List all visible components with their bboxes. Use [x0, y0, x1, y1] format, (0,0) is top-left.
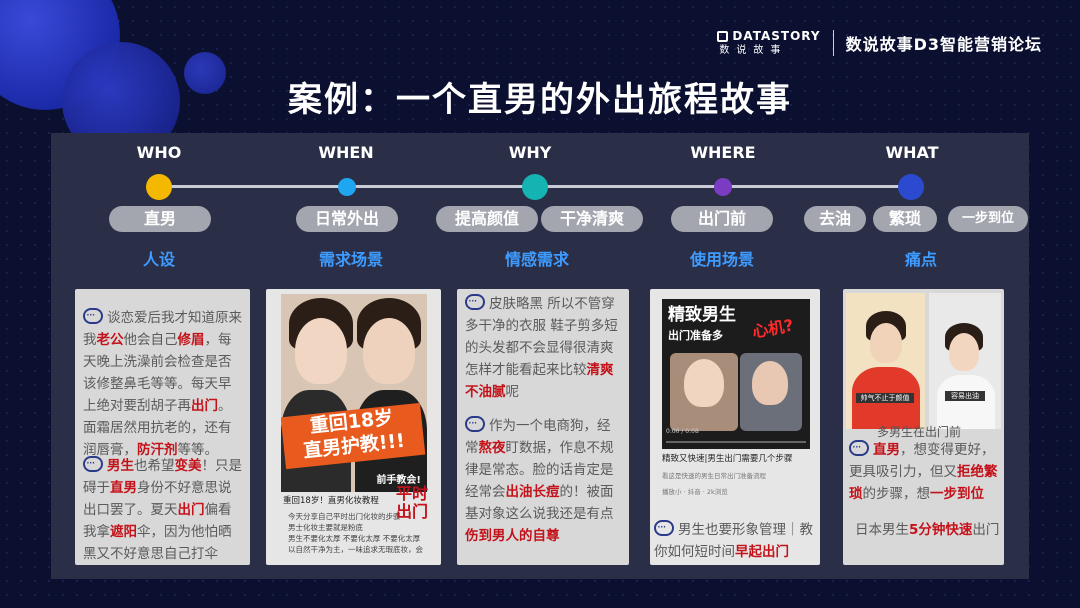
label-demand-scene: 需求场景	[318, 250, 383, 269]
video-time: 0:00 / 0:08	[666, 428, 699, 435]
tag-pill: 一步到位	[948, 206, 1028, 232]
caption-sub: 看这是快速的男生日常出门准备流程	[662, 472, 766, 480]
tag-pill: 干净清爽	[541, 206, 643, 232]
card-who: 谈恋爱后我才知道原来我老公他会自己修眉，每天晚上洗澡前会检查是否该修整鼻毛等等。…	[75, 289, 250, 565]
chat-bubble-icon	[465, 290, 485, 312]
quote-text: 作为一个电商狗，经常熬夜盯数据，作息不规律是常态。脸的话肯定是经常会出油长痘的！…	[465, 412, 623, 547]
datastory-logo: DATASTORY 数说故事	[717, 30, 820, 56]
tag-pill: 日常外出	[296, 206, 398, 232]
makeup-tutorial-photo: 重回18岁 直男护教!!! 前手教会!	[281, 294, 427, 492]
japan-video-photo-right: 容易出油	[929, 293, 1001, 429]
header-when: WHEN	[318, 143, 374, 162]
chat-bubble-icon	[83, 304, 103, 326]
video-title-accent: 心机?	[750, 315, 795, 342]
brand-divider	[832, 30, 834, 56]
page-title: 案例：一个直男的外出旅程故事	[288, 80, 792, 120]
header-where: WHERE	[690, 143, 756, 162]
header-what: WHAT	[885, 143, 939, 162]
tag-pill: 直男	[109, 206, 211, 232]
card-what: 帅气不止于颜值 容易出油 多男生在出门前 直男，想变得更好，更具吸引力，但又拒绝…	[843, 289, 1004, 565]
caption-meta: 播放小 · 抖音 · 2k浏览	[662, 488, 728, 496]
brand-header: DATASTORY 数说故事 数说故事D3智能营销论坛	[717, 30, 1042, 56]
video-title-line1: 精致男生	[668, 305, 736, 325]
tag-pill: 繁琐	[873, 206, 937, 232]
quote-text: 直男，想变得更好，更具吸引力，但又拒绝繁琐的步骤，想一步到位	[849, 436, 999, 505]
badge-text: 平时出门	[395, 484, 428, 521]
quote-text: 日本男生5分钟快速出门	[855, 522, 1000, 538]
timeline-dot-where	[714, 178, 732, 196]
logo-text: DATASTORY	[732, 29, 821, 43]
chat-bubble-icon	[849, 436, 869, 458]
video-progress-bar[interactable]	[666, 441, 806, 443]
caption-title: 重回18岁！直男化妆教程	[283, 496, 379, 506]
sign-text: 帅气不止于颜值	[856, 393, 914, 403]
timeline-dot-why	[522, 174, 548, 200]
quote-text: 谈恋爱后我才知道原来我老公他会自己修眉，每天晚上洗澡前会检查是否该修整鼻毛等等。…	[83, 304, 243, 461]
sign-text: 容易出油	[945, 391, 985, 401]
header-who: WHO	[136, 143, 182, 162]
logo-subtext: 数说故事	[719, 45, 788, 56]
tag-pill: 提高颜值	[436, 206, 538, 232]
label-persona: 人设	[142, 250, 175, 269]
label-usage-scene: 使用场景	[689, 250, 754, 269]
card-where: 精致男生 出门准备多 心机? 0:00 / 0:08 精致又快速|男生出门需要几…	[650, 289, 820, 565]
timeline-dot-what	[898, 174, 924, 200]
timeline-dot-when	[338, 178, 356, 196]
quote-text: 男生也要形象管理｜教你如何短时间早起出门	[654, 516, 818, 563]
card-why: 皮肤略黑 所以不管穿多干净的衣服 鞋子剪多短的头发都不会显得很清爽 怎样才能看起…	[457, 289, 629, 565]
label-pain-point: 痛点	[904, 250, 937, 269]
card-when: 重回18岁 直男护教!!! 前手教会! 重回18岁！直男化妆教程 今天分享自己平…	[266, 289, 441, 565]
video-title-line2: 出门准备多	[668, 329, 723, 342]
quote-text: 皮肤略黑 所以不管穿多干净的衣服 鞋子剪多短的头发都不会显得很清爽 怎样才能看起…	[465, 290, 623, 403]
video-thumbnail[interactable]: 精致男生 出门准备多 心机? 0:00 / 0:08	[662, 299, 810, 449]
logo-mark-icon	[717, 30, 729, 42]
chat-bubble-icon	[654, 516, 674, 538]
overlay-caption: 多男生在出门前	[877, 425, 962, 439]
quote-text: 男生也希望变美！只是碍于直男身份不好意思说出口罢了。夏天出门偏看我拿遮阳伞，因为…	[83, 452, 243, 565]
tag-pill: 出门前	[671, 206, 773, 232]
timeline-dot-who	[146, 174, 172, 200]
tag-pill: 去油	[804, 206, 866, 232]
caption-title: 精致又快速|男生出门需要几个步骤	[662, 454, 793, 464]
label-emotional-need: 情感需求	[504, 250, 569, 269]
chat-bubble-icon	[465, 412, 485, 434]
chat-bubble-icon	[83, 452, 103, 474]
forum-name: 数说故事D3智能营销论坛	[845, 35, 1042, 54]
japan-video-photo-left: 帅气不止于颜值	[846, 293, 925, 429]
header-why: WHY	[508, 143, 552, 162]
